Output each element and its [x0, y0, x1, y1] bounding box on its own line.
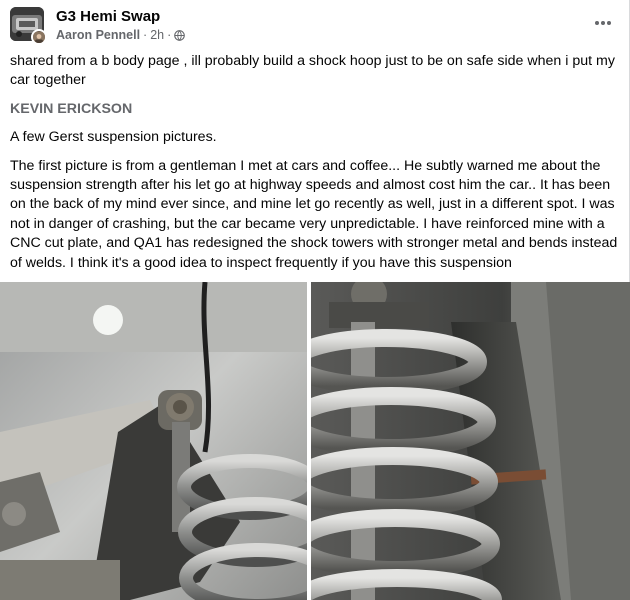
- post-body: shared from a b body page , ill probably…: [10, 52, 618, 282]
- group-name-link[interactable]: G3 Hemi Swap: [56, 8, 160, 25]
- post-paragraph: shared from a b body page , ill probably…: [10, 53, 615, 89]
- photo-suspension-1[interactable]: [0, 282, 307, 600]
- shared-author-name: KEVIN ERICKSON: [10, 100, 133, 117]
- photo-suspension-2[interactable]: [311, 282, 630, 600]
- author-name-link[interactable]: Aaron Pennell: [56, 28, 140, 42]
- post-paragraph: The first picture is from a gentleman I …: [10, 157, 618, 271]
- photo-grid: [0, 282, 630, 600]
- meta-separator: ·: [167, 28, 172, 42]
- more-horizontal-icon: [595, 21, 611, 25]
- post-header: G3 Hemi Swap Aaron Pennell · 2h ·: [10, 7, 620, 45]
- post-paragraph: A few Gerst suspension pictures.: [10, 129, 217, 146]
- post-timestamp[interactable]: 2h: [150, 28, 164, 42]
- author-avatar[interactable]: [31, 29, 47, 45]
- meta-separator: ·: [143, 28, 148, 42]
- post-meta: Aaron Pennell · 2h ·: [56, 28, 186, 42]
- globe-icon[interactable]: [174, 29, 186, 41]
- feed-post: G3 Hemi Swap Aaron Pennell · 2h · shared…: [0, 0, 630, 600]
- more-options-button[interactable]: [588, 11, 618, 35]
